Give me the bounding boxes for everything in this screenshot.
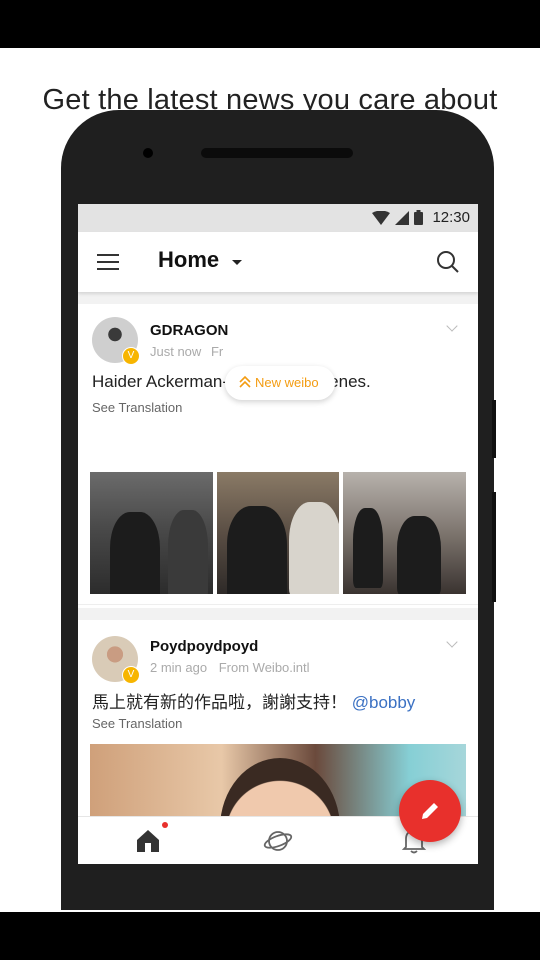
discover-icon xyxy=(263,831,293,851)
post-photo[interactable] xyxy=(217,472,339,594)
chevron-down-icon[interactable] xyxy=(232,260,242,265)
see-translation-link[interactable]: See Translation xyxy=(92,400,182,415)
signal-icon xyxy=(395,210,410,225)
post-options-chevron-icon[interactable] xyxy=(446,320,458,332)
post-text-body: 馬上就有新的作品啦，謝謝支持！ xyxy=(92,693,347,712)
post-meta: Just now Fr xyxy=(150,344,223,359)
pencil-icon xyxy=(422,803,438,819)
post-photo[interactable] xyxy=(343,472,466,594)
app-bar: Home xyxy=(78,232,478,292)
post-photo[interactable] xyxy=(90,472,213,594)
battery-icon xyxy=(414,210,424,225)
post-meta: 2 min ago From Weibo.intl xyxy=(150,660,310,675)
menu-icon[interactable] xyxy=(97,254,119,270)
notification-dot xyxy=(162,822,168,828)
post-username[interactable]: Poydpoydpoyd xyxy=(150,638,258,655)
post-source: From Weibo.intl xyxy=(218,660,310,675)
post-text: 馬上就有新的作品啦，謝謝支持！ @bobby xyxy=(92,688,415,713)
mention-link[interactable]: @bobby xyxy=(352,693,416,712)
see-translation-link[interactable]: See Translation xyxy=(92,716,182,731)
bottom-letterbox xyxy=(0,912,540,960)
verified-badge-icon: V xyxy=(122,666,140,684)
status-time: 12:30 xyxy=(432,209,470,226)
feed-post[interactable]: V GDRAGON Just now Fr Haider Ackerman-be… xyxy=(78,304,478,641)
side-button xyxy=(492,492,496,602)
page-title[interactable]: Home xyxy=(158,247,219,273)
speaker-grille xyxy=(201,148,353,158)
verified-badge-icon: V xyxy=(122,347,140,365)
avatar[interactable]: V xyxy=(92,636,140,684)
nav-discover[interactable] xyxy=(263,827,293,857)
post-username[interactable]: GDRAGON xyxy=(150,322,228,339)
post-source: Fr xyxy=(210,344,224,359)
search-icon[interactable] xyxy=(436,250,460,274)
wifi-icon xyxy=(372,210,391,225)
post-time: 2 min ago xyxy=(150,660,208,675)
home-icon xyxy=(137,830,159,852)
double-chevron-up-icon xyxy=(239,375,251,388)
nav-home[interactable] xyxy=(134,827,164,857)
post-time: Just now xyxy=(150,344,202,359)
new-weibo-banner[interactable]: New weibo xyxy=(225,366,335,400)
avatar[interactable]: V xyxy=(92,317,140,365)
front-camera xyxy=(143,148,153,158)
status-bar: 12:30 xyxy=(78,204,478,232)
post-options-chevron-icon[interactable] xyxy=(446,636,458,648)
new-weibo-label: New weibo xyxy=(255,375,319,390)
top-letterbox xyxy=(0,0,540,48)
side-button xyxy=(492,400,496,458)
compose-button[interactable] xyxy=(399,780,461,842)
phone-screen: 12:30 Home V GDRAGON Just now Fr Haider … xyxy=(78,204,478,864)
